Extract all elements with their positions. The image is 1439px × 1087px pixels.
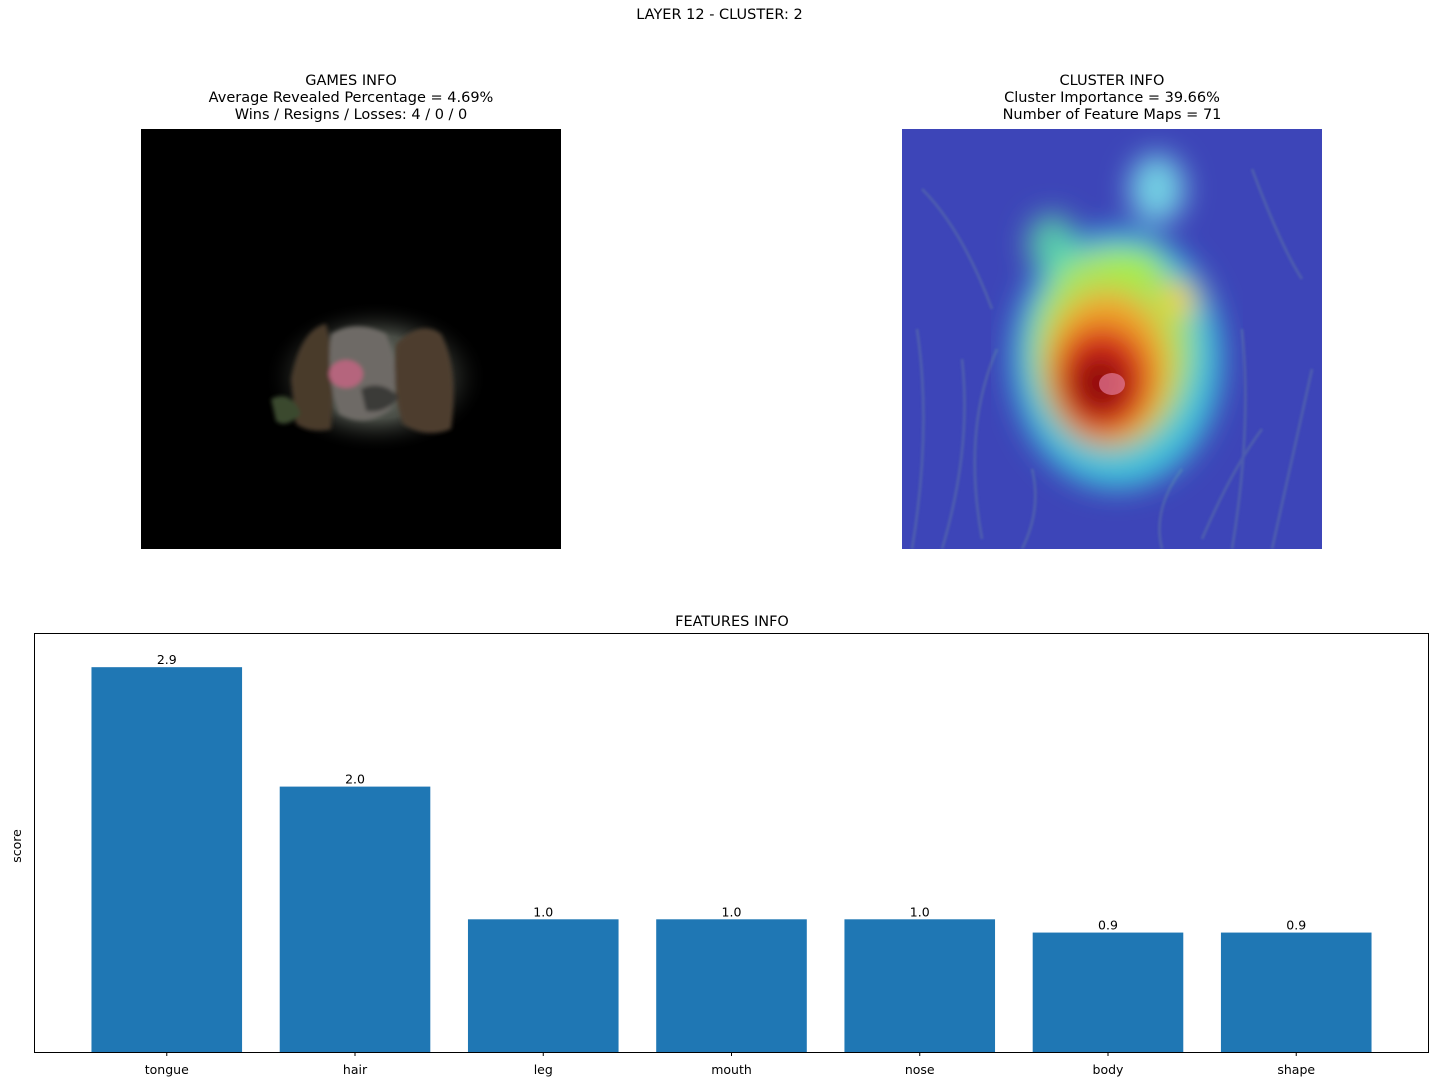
x-tick-label-body: body: [1093, 1062, 1125, 1077]
games-revealed-image: [141, 129, 561, 549]
cluster-info-importance: Cluster Importance = 39.66%: [1004, 90, 1220, 106]
cluster-info-feature-maps: Number of Feature Maps = 71: [1002, 107, 1222, 123]
bar-leg: [467, 919, 619, 1052]
value-label-mouth: 1.0: [722, 904, 742, 919]
bar-tongue: [91, 667, 243, 1052]
games-info-wins-resigns-losses: Wins / Resigns / Losses: 4 / 0 / 0: [234, 107, 468, 123]
features-info-chart: FEATURES INFO score 2.9 2.0 1.0 1.0 1.0 0.9 0.…: [9, 614, 1429, 1077]
cluster-heatmap-image: [902, 129, 1322, 549]
bar-shape: [1220, 932, 1372, 1052]
value-label-body: 0.9: [1098, 918, 1118, 933]
cluster-info-title-block: CLUSTER INFO Cluster Importance = 39.66%…: [902, 73, 1322, 124]
value-label-shape: 0.9: [1286, 918, 1306, 933]
bar-hair: [279, 786, 431, 1052]
x-tick-label-hair: hair: [343, 1062, 368, 1077]
games-info-title: GAMES INFO: [305, 73, 397, 89]
x-tick-label-nose: nose: [905, 1062, 935, 1077]
value-label-nose: 1.0: [910, 904, 930, 919]
value-label-tongue: 2.9: [157, 652, 177, 667]
value-label-hair: 2.0: [345, 772, 365, 787]
x-tick-labels-group: tongue hair leg mouth nose body shape: [145, 1052, 1315, 1077]
figure-suptitle: LAYER 12 - CLUSTER: 2: [636, 7, 803, 23]
cluster-info-title: CLUSTER INFO: [1059, 73, 1165, 89]
value-label-leg: 1.0: [533, 904, 553, 919]
x-tick-label-mouth: mouth: [711, 1062, 752, 1077]
x-tick-label-leg: leg: [534, 1062, 553, 1077]
x-tick-label-tongue: tongue: [145, 1062, 189, 1077]
bar-mouth: [656, 919, 807, 1052]
chart-title: FEATURES INFO: [675, 614, 789, 630]
bar-body: [1032, 932, 1184, 1052]
x-tick-label-shape: shape: [1277, 1062, 1315, 1077]
bar-nose: [844, 919, 996, 1052]
games-info-revealed-percentage: Average Revealed Percentage = 4.69%: [208, 90, 494, 106]
games-info-title-block: GAMES INFO Average Revealed Percentage =…: [141, 73, 561, 124]
y-axis-label: score: [9, 829, 24, 863]
bars-group: [91, 667, 1372, 1052]
